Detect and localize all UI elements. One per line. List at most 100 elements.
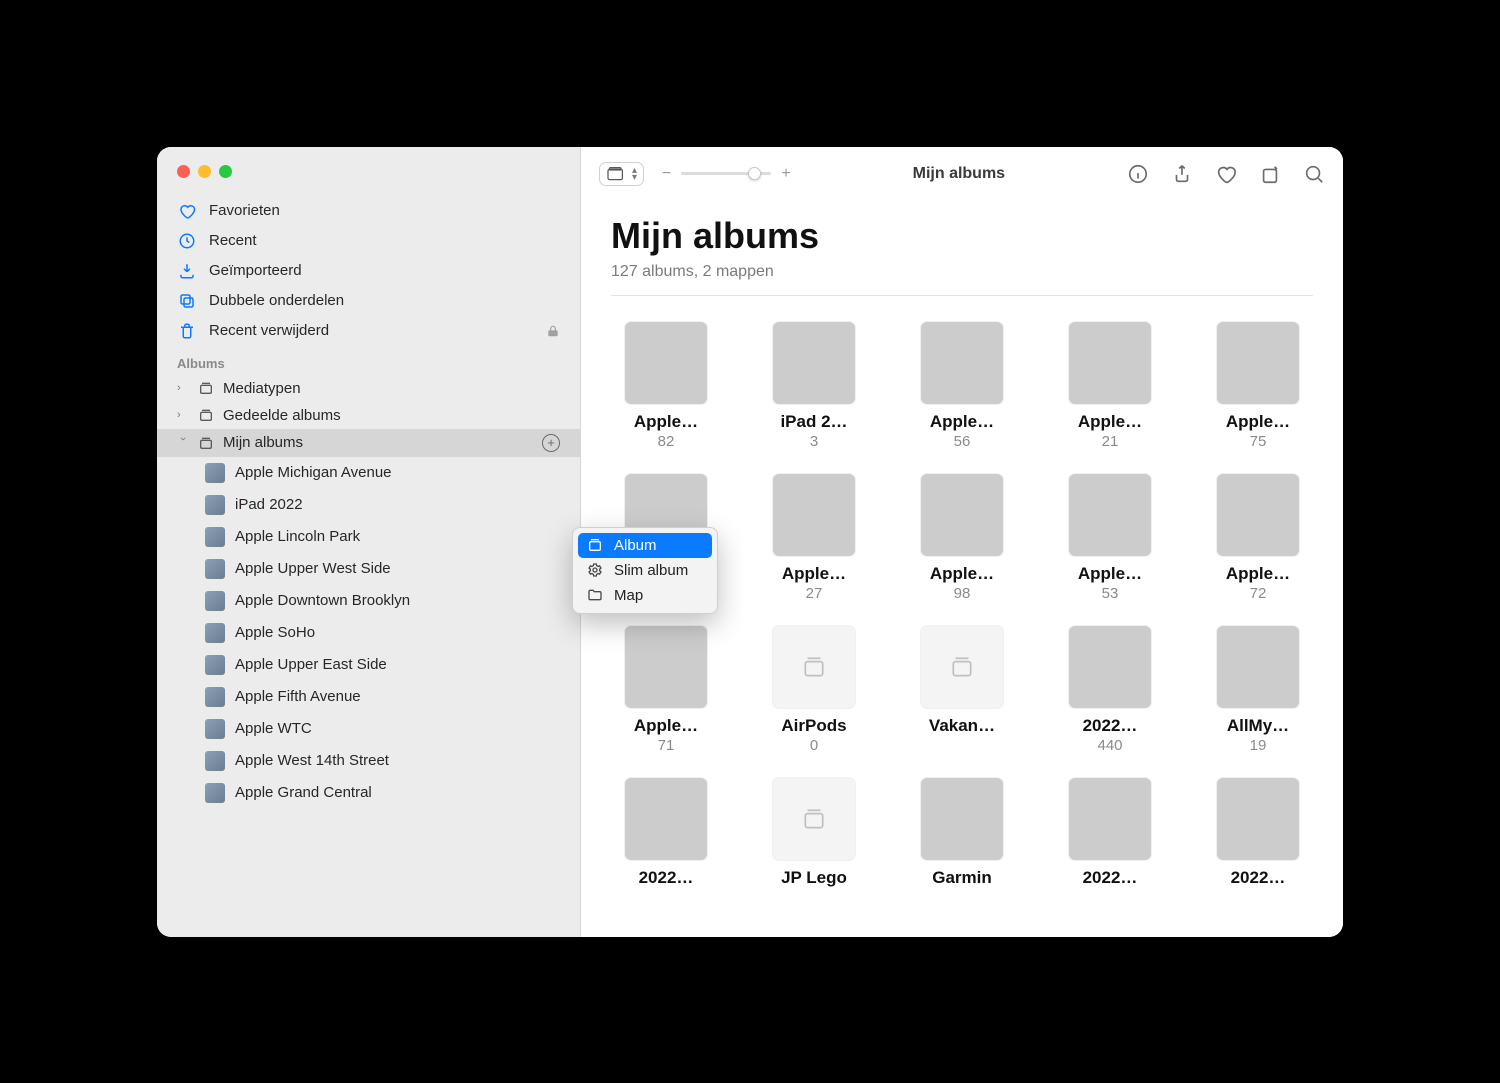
clock-icon (177, 232, 197, 250)
view-mode-switcher[interactable]: ▴▾ (599, 162, 644, 186)
album-count: 56 (954, 433, 971, 450)
info-button[interactable] (1127, 163, 1149, 185)
album-name: Vakan… (929, 716, 995, 736)
album-card[interactable]: Apple…21 (1055, 322, 1165, 450)
sidebar-album-item[interactable]: Apple Upper East Side (195, 649, 570, 681)
album-name: 2022… (1083, 868, 1138, 888)
album-card[interactable]: Garmin (907, 778, 1017, 889)
sidebar-item-label: Dubbele onderdelen (209, 292, 344, 309)
album-card[interactable]: 2022… (1203, 778, 1313, 889)
album-thumbnail (1069, 474, 1151, 556)
sidebar-item-recently-deleted[interactable]: Recent verwijderd (167, 316, 570, 346)
toolbar-title: Mijn albums (809, 165, 1109, 183)
album-card[interactable]: 2022… (611, 778, 721, 889)
album-name: Apple… (930, 412, 994, 432)
album-count: 0 (810, 737, 818, 754)
album-card[interactable]: AirPods0 (759, 626, 869, 754)
favorite-button[interactable] (1215, 163, 1237, 185)
album-card[interactable]: Apple…53 (1055, 474, 1165, 602)
zoom-slider[interactable] (681, 172, 771, 175)
sidebar-album-label: Apple WTC (235, 720, 312, 737)
album-thumbnail-icon (205, 719, 225, 739)
album-name: 2022… (1231, 868, 1286, 888)
chevron-right-icon[interactable]: › (177, 382, 189, 394)
album-card[interactable]: Apple…71 (611, 626, 721, 754)
album-thumbnail (625, 322, 707, 404)
tree-item-label: Mediatypen (223, 380, 301, 397)
popup-item-album[interactable]: Album (578, 533, 712, 558)
chevron-right-icon[interactable]: › (177, 409, 189, 421)
zoom-slider-knob[interactable] (748, 167, 761, 180)
album-thumbnail (1217, 474, 1299, 556)
album-name: 2022… (639, 868, 694, 888)
album-thumbnail (1217, 626, 1299, 708)
album-thumbnail (921, 322, 1003, 404)
sidebar-item-recent[interactable]: Recent (167, 226, 570, 256)
folder-icon (586, 587, 604, 603)
album-card[interactable]: 2022…440 (1055, 626, 1165, 754)
rotate-button[interactable] (1259, 163, 1281, 185)
album-name: Apple… (634, 716, 698, 736)
my-albums-children: Apple Michigan Avenue iPad 2022 Apple Linc… (167, 457, 570, 809)
album-count: 71 (658, 737, 675, 754)
sidebar-item-duplicates[interactable]: Dubbele onderdelen (167, 286, 570, 316)
album-thumbnail (625, 626, 707, 708)
zoom-out-button[interactable]: − (662, 165, 671, 183)
album-card[interactable]: iPad 2…3 (759, 322, 869, 450)
minimize-window-button[interactable] (198, 165, 211, 178)
sidebar-album-item[interactable]: Apple Fifth Avenue (195, 681, 570, 713)
sidebar-album-label: iPad 2022 (235, 496, 303, 513)
album-card[interactable]: Apple…72 (1203, 474, 1313, 602)
album-card[interactable]: Apple…98 (907, 474, 1017, 602)
sidebar-album-item[interactable]: Apple Upper West Side (195, 553, 570, 585)
album-count: 19 (1250, 737, 1267, 754)
sidebar-item-label: Recent verwijderd (209, 322, 329, 339)
album-name: Apple… (634, 412, 698, 432)
zoom-in-button[interactable]: + (781, 165, 790, 183)
sidebar-item-imported[interactable]: Geïmporteerd (167, 256, 570, 286)
album-card[interactable]: Apple…82 (611, 322, 721, 450)
album-card[interactable]: Apple…27 (759, 474, 869, 602)
zoom-control: − + (662, 165, 791, 183)
album-card[interactable]: Vakan… (907, 626, 1017, 754)
album-card[interactable]: AllMy…19 (1203, 626, 1313, 754)
stack-icon (197, 435, 215, 451)
sidebar-album-label: Apple West 14th Street (235, 752, 389, 769)
tree-item-shared-albums[interactable]: › Gedeelde albums (167, 402, 570, 429)
sidebar-album-item[interactable]: Apple WTC (195, 713, 570, 745)
popup-item-smart-album[interactable]: Slim album (578, 558, 712, 583)
sidebar-album-item[interactable]: Apple SoHo (195, 617, 570, 649)
chevron-updown-icon: ▴▾ (632, 167, 637, 181)
album-card[interactable]: JP Lego (759, 778, 869, 889)
sidebar-album-item[interactable]: Apple West 14th Street (195, 745, 570, 777)
sidebar-item-label: Geïmporteerd (209, 262, 302, 279)
album-thumbnail (1069, 778, 1151, 860)
chevron-down-icon[interactable]: › (177, 437, 189, 449)
album-thumbnail (1217, 322, 1299, 404)
sidebar-album-item[interactable]: Apple Michigan Avenue (195, 457, 570, 489)
share-button[interactable] (1171, 163, 1193, 185)
sidebar-item-label: Favorieten (209, 202, 280, 219)
add-album-button[interactable]: + (542, 434, 560, 452)
tree-item-my-albums[interactable]: › Mijn albums + (157, 429, 580, 457)
popup-item-folder[interactable]: Map (578, 583, 712, 608)
tree-item-label: Mijn albums (223, 434, 303, 451)
sidebar-album-item[interactable]: Apple Downtown Brooklyn (195, 585, 570, 617)
stack-icon (197, 380, 215, 396)
album-card[interactable]: Apple…56 (907, 322, 1017, 450)
album-card[interactable]: 2022… (1055, 778, 1165, 889)
sidebar-album-item[interactable]: Apple Grand Central (195, 777, 570, 809)
sidebar-item-favorites[interactable]: Favorieten (167, 196, 570, 226)
maximize-window-button[interactable] (219, 165, 232, 178)
album-thumbnail (921, 778, 1003, 860)
album-card[interactable]: Apple…75 (1203, 322, 1313, 450)
tree-item-mediatypes[interactable]: › Mediatypen (167, 375, 570, 402)
sidebar-album-item[interactable]: Apple Lincoln Park (195, 521, 570, 553)
sidebar-item-label: Recent (209, 232, 257, 249)
sidebar-album-item[interactable]: iPad 2022 (195, 489, 570, 521)
page-title: Mijn albums (611, 215, 1313, 257)
duplicate-icon (177, 292, 197, 310)
album-thumbnail (921, 626, 1003, 708)
close-window-button[interactable] (177, 165, 190, 178)
search-button[interactable] (1303, 163, 1325, 185)
